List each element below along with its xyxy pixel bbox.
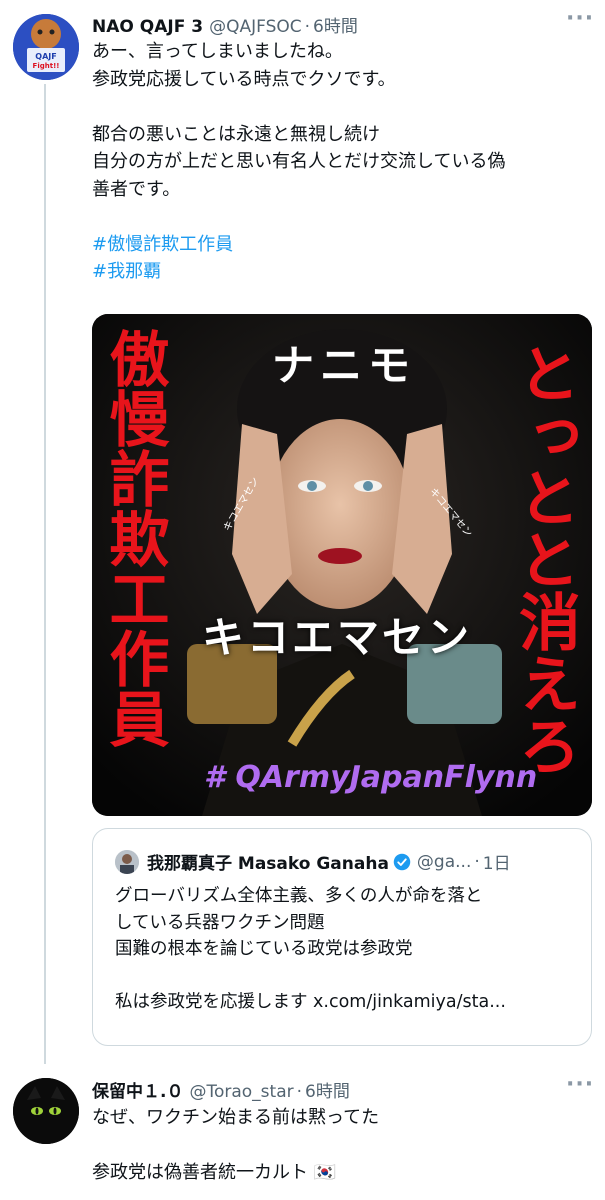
quote-header: 我那覇真子 Masako Ganaha @ga... · 1日: [115, 849, 511, 874]
text-line: 参政党応援している時点でクソです。: [92, 68, 396, 90]
tweet-header: NAO QAJF 3 @QAJFSOC · 6時間: [92, 12, 358, 37]
quote-avatar: [115, 849, 139, 874]
text-line: なぜ、ワクチン始まる前は黙ってた: [92, 1107, 380, 1128]
text-line: [115, 963, 506, 990]
separator-dot: ·: [296, 1082, 303, 1102]
quote-handle: @ga...: [416, 851, 472, 872]
quote-timestamp: 1日: [482, 854, 511, 874]
text-line: グローバリズム全体主義、多くの人が命を落と: [115, 886, 483, 906]
text-line: 都合の悪いことは永遠と無視し続け: [92, 123, 380, 145]
more-icon[interactable]: ···: [566, 1072, 594, 1097]
image-left-vertical-text: 傲慢詐欺工作員: [99, 328, 169, 748]
hashtag-link[interactable]: #我那覇: [92, 258, 505, 286]
thread-connector-line: [44, 84, 46, 1064]
quote-display-name: 我那覇真子 Masako Ganaha: [147, 854, 389, 874]
quote-text: グローバリズム全体主義、多くの人が命を落と している兵器ワクチン問題 国難の根本…: [115, 883, 506, 1016]
tweet-header: 保留中１.０ @Torao_star · 6時間: [92, 1077, 350, 1102]
more-icon[interactable]: ···: [566, 6, 594, 31]
timestamp[interactable]: 6時間: [313, 12, 358, 37]
user-handle[interactable]: @QAJFSOC: [209, 17, 302, 37]
text-line: 善者です。: [92, 178, 181, 200]
separator-dot: ·: [304, 17, 311, 37]
image-top-text: ナニモ: [272, 341, 417, 390]
hashtag-link[interactable]: #傲慢詐欺工作員: [92, 231, 505, 259]
text-line: [92, 203, 505, 231]
text-line: 自分の方が上だと思い有名人とだけ交流している偽: [92, 151, 506, 172]
avatar[interactable]: QAJF Fight!!: [13, 14, 79, 80]
image-right-vertical-text: とっとと消えろ: [508, 342, 581, 776]
text-line: 参政党は偽善者統一カルト 🇰🇷: [92, 1162, 337, 1183]
image-hashtag-overlay: # QArmyJapanFlynn: [204, 760, 538, 795]
tweet-image[interactable]: 傲慢詐欺工作員 とっとと消えろ ナニモ キコエマセン キコエマセン キコエマセン…: [92, 314, 592, 816]
tweet-text: なぜ、ワクチン始まる前は黙ってた 参政党は偽善者統一カルト 🇰🇷: [92, 1104, 379, 1187]
text-line: している兵器ワクチン問題: [115, 912, 325, 933]
display-name[interactable]: NAO QAJF 3: [92, 17, 203, 37]
image-middle-text: キコエマセン: [202, 613, 473, 662]
separator-dot: ·: [474, 851, 480, 872]
avatar-sublabel: Fight!!: [32, 62, 60, 70]
avatar-label: QAJF: [35, 52, 57, 61]
text-line: [92, 1132, 379, 1160]
text-line: あー、言ってしまいましたね。: [92, 41, 343, 62]
text-line: 私は参政党を応援します x.com/jinkamiya/sta...: [115, 992, 506, 1012]
avatar[interactable]: [13, 1078, 79, 1144]
user-handle[interactable]: @Torao_star: [189, 1082, 293, 1102]
text-line: 国難の根本を論じている政党は参政党: [115, 939, 413, 959]
timestamp[interactable]: 6時間: [305, 1077, 350, 1102]
tweet-text: あー、言ってしまいましたね。 参政党応援している時点でクソです。 都合の悪いこと…: [92, 38, 505, 286]
text-line: [92, 93, 505, 121]
verified-badge-icon: [393, 853, 411, 870]
display-name[interactable]: 保留中１.０: [92, 1077, 183, 1102]
quote-tweet-card[interactable]: 我那覇真子 Masako Ganaha @ga... · 1日 グローバリズム全…: [92, 828, 592, 1046]
